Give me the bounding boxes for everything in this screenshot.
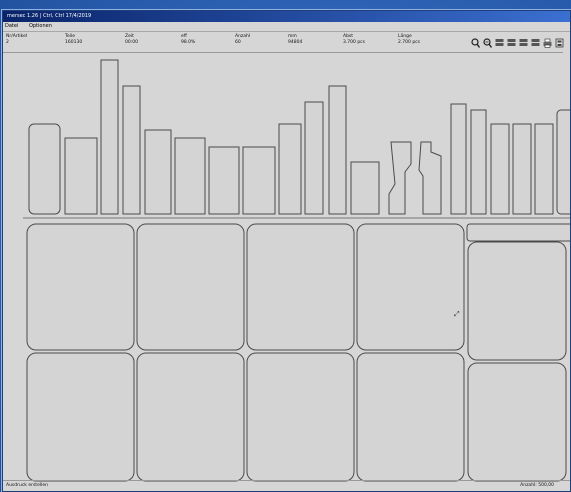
grid-piece-r1c5-top[interactable] — [466, 223, 570, 242]
piece-top-6[interactable] — [174, 137, 206, 215]
layout-d-icon[interactable] — [531, 38, 540, 48]
print-icon[interactable] — [543, 38, 552, 48]
info-value: 160130 — [65, 40, 83, 45]
info-col-1: Nr/Artikel 2 — [6, 34, 27, 46]
grid-piece-r2c3[interactable] — [246, 352, 355, 482]
grid-piece-r2c5[interactable] — [467, 362, 567, 482]
app-window: mersec 1.26 | Ctrl, Ctrl 17/4/2019 Datei… — [2, 10, 571, 492]
toolbar — [471, 37, 564, 49]
layout-c-icon[interactable] — [519, 38, 528, 48]
grid-piece-r2c1[interactable] — [26, 352, 135, 482]
piece-top-14[interactable] — [418, 141, 442, 215]
info-value: 98.0% — [181, 40, 196, 45]
info-value: 3.700 pcs — [343, 40, 365, 45]
piece-top-15[interactable] — [450, 103, 467, 215]
info-col-4: eff 98.0% — [181, 34, 195, 46]
menu-bar: Datei Optionen — [3, 22, 570, 32]
cursor-marker: ⤢ — [454, 310, 460, 318]
info-col-3: Zeit 00:00 — [125, 34, 138, 46]
piece-top-13[interactable] — [388, 141, 412, 215]
piece-top-17[interactable] — [490, 123, 510, 215]
piece-top-8[interactable] — [242, 146, 276, 215]
menu-item-options[interactable]: Optionen — [29, 23, 52, 29]
piece-top-4[interactable] — [122, 85, 141, 215]
piece-top-9[interactable] — [278, 123, 302, 215]
piece-top-16[interactable] — [470, 109, 487, 215]
info-col-2: Teile 160130 — [65, 34, 82, 46]
status-bar: Ausdruck erstellen Anzahl: 500,00 — [3, 480, 570, 491]
cutting-layout-canvas[interactable]: ⤢ — [21, 54, 570, 484]
info-value: 00:00 — [125, 40, 138, 45]
menu-item-file[interactable]: Datei — [5, 23, 18, 29]
info-label: Nr/Artikel — [6, 34, 28, 39]
info-col-5: Anzahl 60 — [235, 34, 250, 46]
piece-top-19[interactable] — [534, 123, 554, 215]
info-value: 2.700 pcs — [398, 40, 420, 45]
zoom-in-icon[interactable] — [471, 38, 480, 48]
window-title: mersec 1.26 | Ctrl, Ctrl 17/4/2019 — [7, 13, 92, 19]
window-title-bar[interactable]: mersec 1.26 | Ctrl, Ctrl 17/4/2019 — [3, 11, 570, 22]
piece-top-7[interactable] — [208, 146, 240, 215]
piece-top-12[interactable] — [350, 161, 380, 215]
grid-piece-r1c4[interactable] — [356, 223, 465, 351]
piece-top-1[interactable] — [28, 123, 61, 215]
zoom-out-icon[interactable] — [483, 38, 492, 48]
layout-b-icon[interactable] — [507, 38, 516, 48]
info-value: 94804 — [288, 40, 303, 45]
info-col-6: mm 94804 — [288, 34, 302, 46]
grid-piece-r1c1[interactable] — [26, 223, 135, 351]
status-right: Anzahl: 500,00 — [520, 483, 554, 488]
piece-top-18[interactable] — [512, 123, 532, 215]
grid-piece-r1c2[interactable] — [136, 223, 245, 351]
info-col-7: Abst 3.700 pcs — [343, 34, 365, 46]
layout-a-icon[interactable] — [495, 38, 504, 48]
status-left: Ausdruck erstellen — [6, 483, 48, 488]
grid-piece-r1c3[interactable] — [246, 223, 355, 351]
export-icon[interactable] — [555, 38, 564, 48]
grid-piece-r2c4[interactable] — [356, 352, 465, 482]
info-value: 2 — [6, 40, 9, 45]
piece-top-10[interactable] — [304, 101, 324, 215]
info-value: 60 — [235, 40, 241, 45]
piece-top-20[interactable] — [556, 109, 570, 215]
piece-top-11[interactable] — [328, 85, 347, 215]
piece-top-5[interactable] — [144, 129, 172, 215]
info-col-8: Länge 2.700 pcs — [398, 34, 420, 46]
grid-piece-r2c2[interactable] — [136, 352, 245, 482]
grid-piece-r1c5[interactable] — [467, 241, 567, 361]
piece-top-2[interactable] — [64, 137, 98, 215]
layout-drawing: ⤢ — [23, 59, 570, 482]
piece-top-3[interactable] — [100, 59, 119, 215]
